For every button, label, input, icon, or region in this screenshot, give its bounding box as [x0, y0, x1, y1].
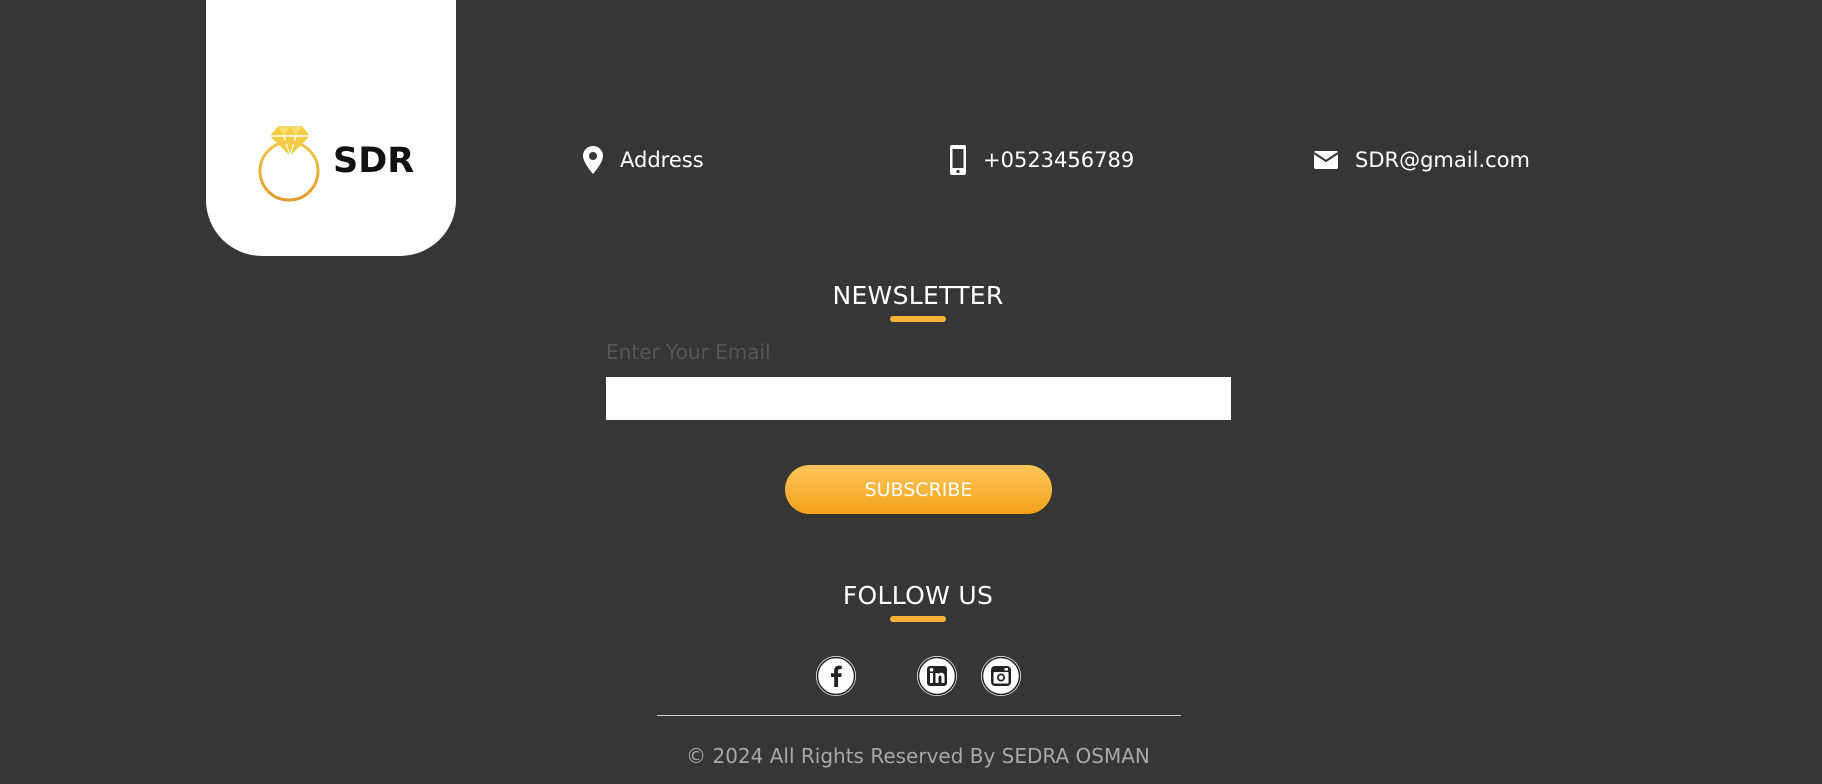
phone-text: +0523456789 [983, 148, 1135, 172]
diamond-ring-icon [258, 126, 320, 202]
instagram-icon [981, 656, 1021, 696]
facebook-icon [816, 656, 856, 696]
address-text: Address [620, 148, 704, 172]
subscribe-button[interactable]: SUBSCRIBE [785, 465, 1052, 514]
facebook-link[interactable] [816, 656, 856, 696]
footer-section: SDR Address +0523456789 SDR@gmail.com NE… [0, 0, 1822, 784]
mobile-phone-icon [950, 145, 966, 175]
email-input[interactable] [606, 377, 1231, 420]
email-label: Enter Your Email [606, 340, 771, 364]
linkedin-icon [917, 656, 957, 696]
brand-name: SDR [333, 141, 415, 181]
envelope-icon [1313, 151, 1339, 169]
contact-phone[interactable]: +0523456789 [949, 143, 1134, 177]
follow-us-title: FOLLOW US [842, 581, 994, 610]
email-text: SDR@gmail.com [1355, 148, 1530, 172]
copyright-text: © 2024 All Rights Reserved By SEDRA OSMA… [686, 744, 1150, 768]
footer-divider [657, 715, 1181, 716]
contact-email[interactable]: SDR@gmail.com [1313, 143, 1530, 177]
linkedin-link[interactable] [917, 656, 957, 696]
newsletter-title: NEWSLETTER [832, 281, 1004, 310]
follow-us-underline [890, 616, 946, 622]
newsletter-underline [890, 316, 946, 322]
logo-card[interactable]: SDR [206, 0, 456, 256]
instagram-link[interactable] [981, 656, 1021, 696]
contact-address: Address [582, 143, 704, 177]
location-pin-icon [583, 146, 603, 174]
